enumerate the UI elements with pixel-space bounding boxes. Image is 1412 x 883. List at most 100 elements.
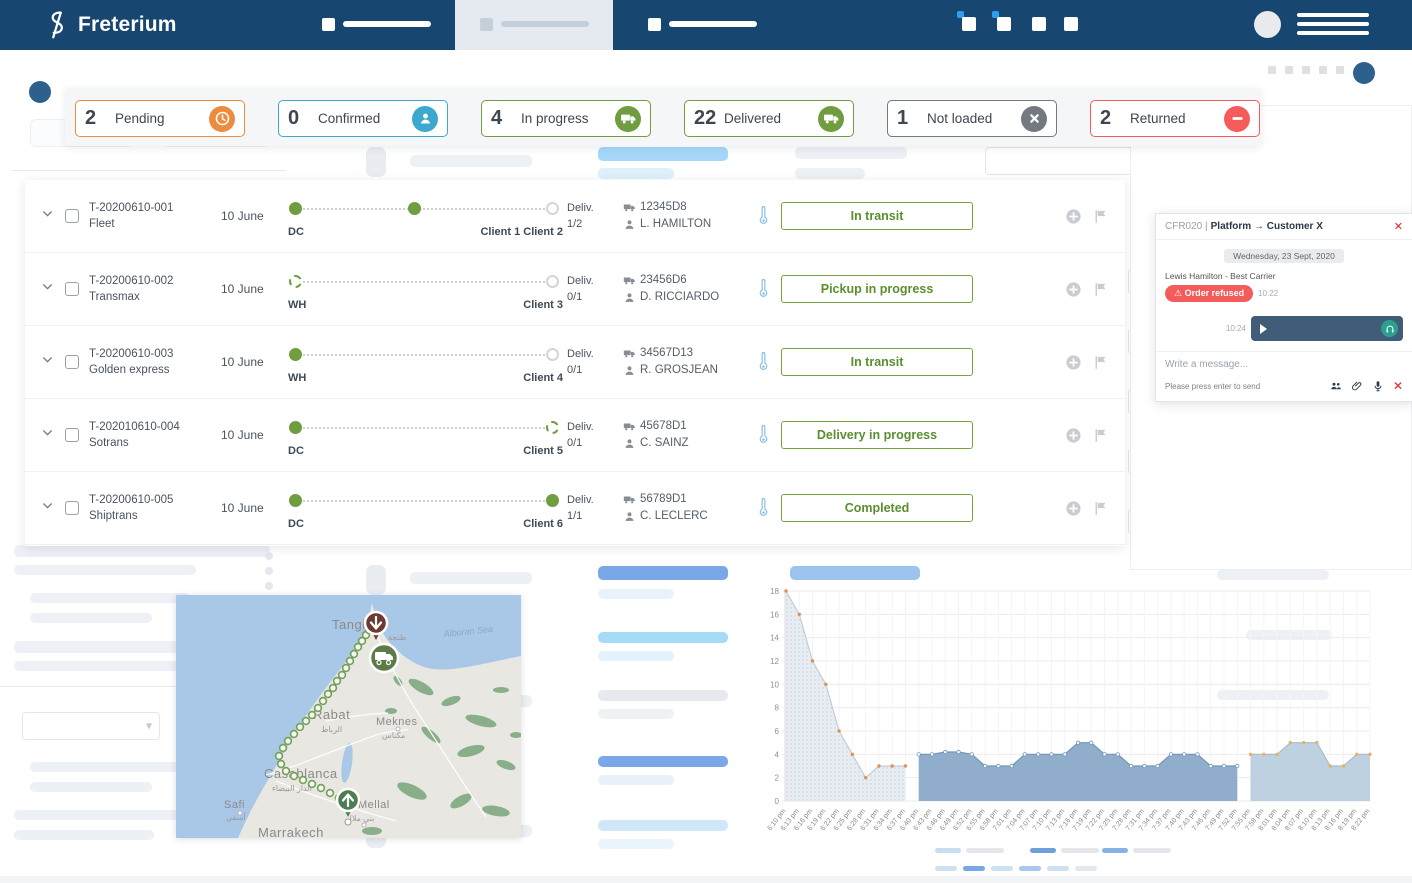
svg-text:2: 2 xyxy=(775,774,780,783)
skeleton-bar xyxy=(1319,66,1327,74)
destination-label: Client 5 xyxy=(523,445,563,457)
row-checkbox[interactable] xyxy=(65,501,79,515)
brand[interactable]: Freterium xyxy=(44,10,177,40)
temperature-icon[interactable] xyxy=(745,351,781,373)
shipment-row[interactable]: T-20200610-005 Shiptrans 10 June DC Clie… xyxy=(25,472,1125,545)
nav-action-4[interactable] xyxy=(1064,17,1078,31)
play-icon[interactable] xyxy=(1260,324,1267,334)
status-button[interactable]: Pickup in progress xyxy=(781,275,973,303)
status-label: Confirmed xyxy=(318,111,412,126)
nav-tab-active[interactable] xyxy=(455,0,613,50)
status-filter-pending[interactable]: 2 Pending xyxy=(75,100,245,137)
shipment-id-block: T-202010610-004 Sotrans xyxy=(89,419,221,451)
chevron-down-icon[interactable] xyxy=(41,280,65,298)
flag-icon[interactable] xyxy=(1092,500,1109,517)
brand-name: Freterium xyxy=(78,13,177,37)
truck-icon xyxy=(623,420,636,433)
chat-close-icon[interactable]: ✕ xyxy=(1394,220,1403,233)
nav-action-3[interactable] xyxy=(1032,17,1046,31)
chevron-down-icon[interactable] xyxy=(41,499,65,517)
user-avatar[interactable] xyxy=(1254,11,1281,38)
temperature-icon[interactable] xyxy=(745,278,781,300)
status-filter-returned[interactable]: 2 Returned xyxy=(1090,100,1260,137)
temperature-icon[interactable] xyxy=(745,497,781,519)
driver-name: C. LECLERC xyxy=(640,508,708,525)
chevron-down-icon[interactable] xyxy=(41,353,65,371)
nav-item-1-label[interactable] xyxy=(343,21,431,27)
route-progress: DC Client 5 xyxy=(289,412,559,458)
group-icon[interactable] xyxy=(1330,380,1342,392)
skeleton-bar xyxy=(1285,66,1293,74)
chat-messages: Wednesday, 23 Sept, 2020 Lewis Hamilton … xyxy=(1156,239,1412,351)
shipment-row[interactable]: T-202010610-004 Sotrans 10 June DC Clien… xyxy=(25,399,1125,472)
nav-action-2[interactable] xyxy=(997,17,1011,31)
dropdown-select[interactable] xyxy=(22,712,160,740)
status-button[interactable]: In transit xyxy=(781,202,973,230)
chevron-down-icon[interactable] xyxy=(41,426,65,444)
temperature-icon[interactable] xyxy=(745,205,781,227)
nav-tab-icon xyxy=(480,18,493,31)
cancel-icon[interactable]: ✕ xyxy=(1393,379,1403,393)
chat-reference: CFR020 | xyxy=(1165,221,1208,232)
menu-line[interactable] xyxy=(1297,13,1369,17)
status-filter-in-progress[interactable]: 4 In progress xyxy=(481,100,651,137)
temperature-icon[interactable] xyxy=(745,424,781,446)
carrier-name: Shiptrans xyxy=(89,508,221,524)
destination-node xyxy=(546,275,559,288)
flag-icon[interactable] xyxy=(1092,208,1109,225)
carrier-name: Transmax xyxy=(89,289,221,305)
add-icon[interactable] xyxy=(1065,500,1082,517)
shipment-row[interactable]: T-20200610-003 Golden express 10 June WH… xyxy=(25,326,1125,399)
flag-icon[interactable] xyxy=(1092,281,1109,298)
row-checkbox[interactable] xyxy=(65,282,79,296)
skeleton-bar xyxy=(410,155,532,167)
nav-item-3-label[interactable] xyxy=(669,21,757,27)
shipment-row[interactable]: T-20200610-002 Transmax 10 June WH Clien… xyxy=(25,253,1125,326)
row-checkbox[interactable] xyxy=(65,428,79,442)
add-icon[interactable] xyxy=(1065,281,1082,298)
microphone-icon[interactable] xyxy=(1372,380,1384,392)
status-button[interactable]: Completed xyxy=(781,494,973,522)
vehicle-block: 12345D8 L. HAMILTON xyxy=(623,199,745,234)
attachment-icon[interactable] xyxy=(1351,380,1363,392)
row-checkbox[interactable] xyxy=(65,209,79,223)
svg-text:12: 12 xyxy=(770,657,779,666)
add-icon[interactable] xyxy=(1065,354,1082,371)
skeleton-bar xyxy=(598,775,674,785)
status-filter-delivered[interactable]: 22 Delivered xyxy=(684,100,854,137)
cross-icon xyxy=(1021,106,1047,132)
skeleton-bar xyxy=(265,567,273,575)
nav-action-1[interactable] xyxy=(962,17,976,31)
status-label: Returned xyxy=(1130,111,1224,126)
shipment-id: T-20200610-001 xyxy=(89,200,221,216)
chevron-down-icon[interactable] xyxy=(41,207,65,225)
flag-icon[interactable] xyxy=(1092,427,1109,444)
skeleton-bar xyxy=(598,709,674,719)
driver-icon xyxy=(623,364,636,377)
route-map[interactable]: Tangier طنجة Alboran Sea Rabat الرباط Me… xyxy=(176,595,521,838)
skeleton-bar xyxy=(30,762,190,772)
status-button[interactable]: Delivery in progress xyxy=(781,421,973,449)
status-filter-not-loaded[interactable]: 1 Not loaded xyxy=(887,100,1057,137)
nav-item-3[interactable] xyxy=(648,18,661,31)
route-progress: WH Client 3 xyxy=(289,266,559,312)
vehicle-marker-icon[interactable] xyxy=(370,644,398,672)
menu-line[interactable] xyxy=(1297,22,1369,26)
svg-text:8: 8 xyxy=(775,704,780,713)
origin-label: WH xyxy=(288,299,306,311)
shipment-row[interactable]: T-20200610-001 Fleet 10 June DC Client 1… xyxy=(25,180,1125,253)
row-checkbox[interactable] xyxy=(65,355,79,369)
add-icon[interactable] xyxy=(1065,427,1082,444)
nav-item-1[interactable] xyxy=(322,18,335,31)
order-refused-badge[interactable]: ⚠ Order refused xyxy=(1165,285,1253,302)
status-button[interactable]: In transit xyxy=(781,348,973,376)
audio-message[interactable] xyxy=(1251,316,1403,341)
skeleton-bar xyxy=(598,566,728,580)
chat-message-input[interactable]: Write a message... xyxy=(1165,359,1403,370)
add-icon[interactable] xyxy=(1065,208,1082,225)
mid-stop-node xyxy=(408,202,421,215)
status-filter-confirmed[interactable]: 0 Confirmed xyxy=(278,100,448,137)
menu-line[interactable] xyxy=(1297,31,1369,35)
plate-number: 56789D1 xyxy=(640,491,687,508)
flag-icon[interactable] xyxy=(1092,354,1109,371)
